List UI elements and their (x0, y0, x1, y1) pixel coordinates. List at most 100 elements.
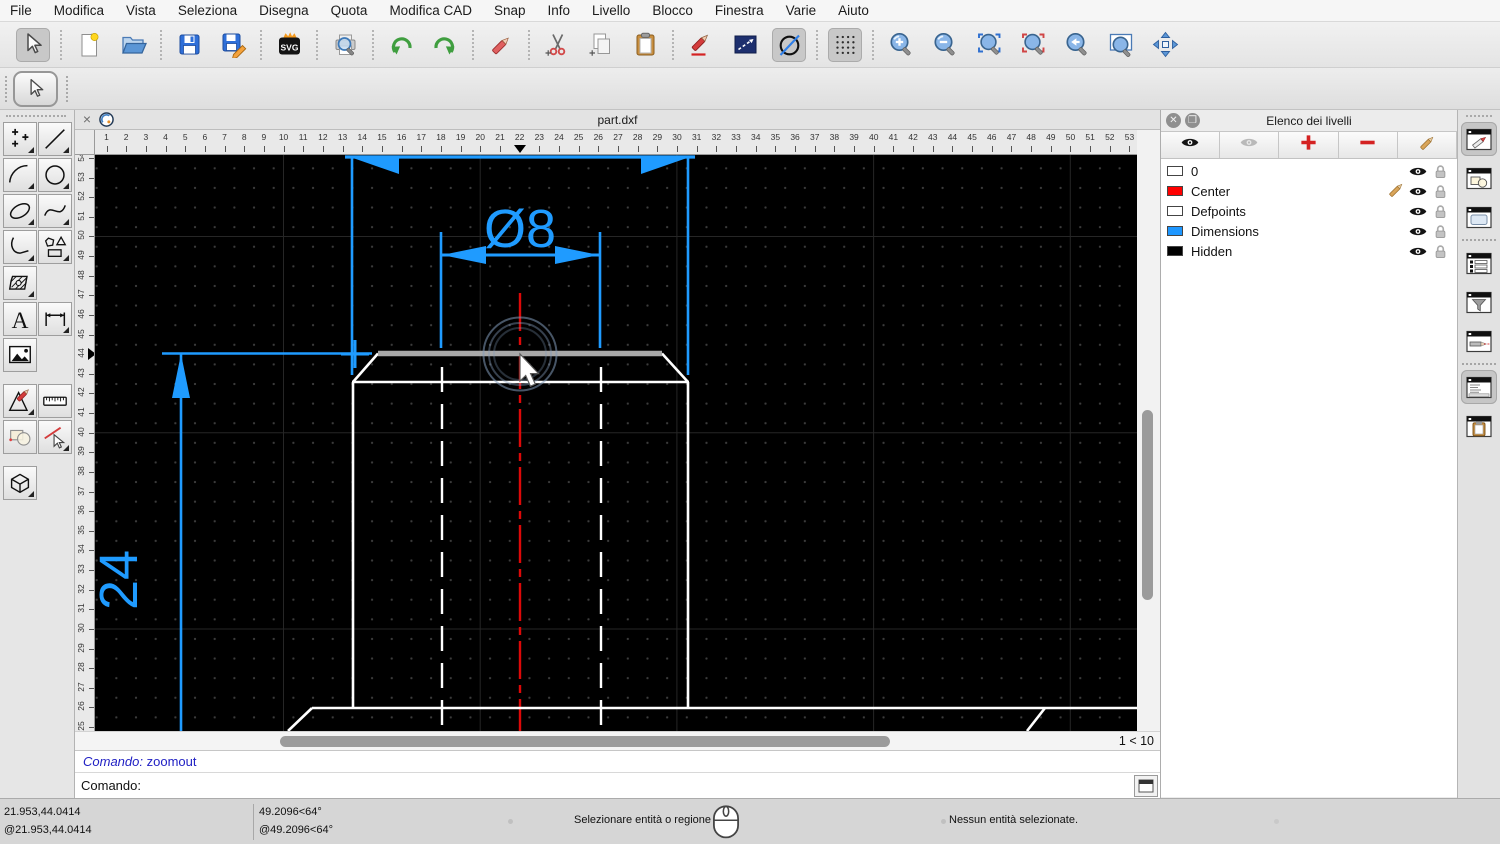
toolbar-drag-handle[interactable] (5, 76, 7, 102)
redo-button[interactable] (428, 28, 462, 62)
tool-polygon-button[interactable] (38, 230, 72, 264)
tool-shapes-button[interactable] (3, 420, 37, 454)
vertical-scrollbar-thumb[interactable] (1142, 410, 1153, 600)
horizontal-scrollbar[interactable]: 1 < 10 (75, 731, 1160, 750)
dock-entity-list-button[interactable] (1461, 246, 1497, 280)
print-preview-button[interactable] (328, 28, 362, 62)
save-button[interactable] (172, 28, 206, 62)
zoom-out-button[interactable] (928, 28, 962, 62)
layer-row-0[interactable]: 0 (1161, 161, 1457, 181)
dock-library-browser-button[interactable] (1461, 200, 1497, 234)
zoom-redraw-button[interactable] (1016, 28, 1050, 62)
grid-toggle-button[interactable] (828, 28, 862, 62)
tool-arc-button[interactable] (3, 158, 37, 192)
menu-disegna[interactable]: Disegna (259, 3, 309, 18)
edit-layer-button[interactable] (1398, 132, 1457, 158)
eraser-button[interactable] (484, 28, 518, 62)
drawing-canvas[interactable]: Ø8 24 (95, 155, 1137, 731)
tool-line-button[interactable] (38, 122, 72, 156)
tool-text-button[interactable]: A (3, 302, 37, 336)
menu-livello[interactable]: Livello (592, 3, 630, 18)
tool-polyline-button[interactable] (3, 230, 37, 264)
open-file-button[interactable] (116, 28, 150, 62)
new-document-button[interactable] (72, 28, 106, 62)
tool-modify-button[interactable] (3, 384, 37, 418)
menu-aiuto[interactable]: Aiuto (838, 3, 869, 18)
zoom-window-button[interactable] (1104, 28, 1138, 62)
show-all-layers-button[interactable] (1161, 132, 1220, 158)
menu-vista[interactable]: Vista (126, 3, 156, 18)
zoom-in-button[interactable] (884, 28, 918, 62)
layer-visibility-icon[interactable] (1407, 205, 1429, 218)
menu-modifica[interactable]: Modifica (54, 3, 104, 18)
copy-button[interactable] (584, 28, 618, 62)
tool-delete-button[interactable] (38, 420, 72, 454)
layer-visibility-icon[interactable] (1407, 245, 1429, 258)
dock-block-list-button[interactable] (1461, 161, 1497, 195)
detach-console-button[interactable] (1134, 775, 1158, 797)
tool-circle-button[interactable] (38, 158, 72, 192)
layer-lock-icon[interactable] (1429, 204, 1451, 219)
palette-drag-handle[interactable] (6, 115, 66, 117)
tool-measure-button[interactable] (38, 384, 72, 418)
tool-ellipse-button[interactable] (3, 194, 37, 228)
layer-row-center[interactable]: Center (1161, 181, 1457, 201)
line-attributes-button[interactable] (728, 28, 762, 62)
layer-lock-icon[interactable] (1429, 224, 1451, 239)
menu-snap[interactable]: Snap (494, 3, 526, 18)
layer-row-dimensions[interactable]: Dimensions (1161, 221, 1457, 241)
tool-dimension-button[interactable] (38, 302, 72, 336)
layer-row-defpoints[interactable]: Defpoints (1161, 201, 1457, 221)
close-panel-icon[interactable]: ✕ (1166, 113, 1181, 128)
hide-all-layers-button[interactable] (1220, 132, 1279, 158)
layer-visibility-icon[interactable] (1407, 185, 1429, 198)
part-outline[interactable] (288, 354, 1137, 732)
tool-image-button[interactable] (3, 338, 37, 372)
dimensions[interactable]: Ø8 24 (95, 157, 695, 731)
dock-drag-handle[interactable] (1466, 115, 1492, 117)
layer-visibility-icon[interactable] (1407, 165, 1429, 178)
menu-varie[interactable]: Varie (786, 3, 817, 18)
cut-button[interactable] (540, 28, 574, 62)
command-input[interactable] (145, 775, 1134, 797)
save-as-button[interactable] (216, 28, 250, 62)
tool-spline-button[interactable] (38, 194, 72, 228)
zoom-pan-button[interactable] (1148, 28, 1182, 62)
paste-button[interactable] (628, 28, 662, 62)
layer-row-hidden[interactable]: Hidden (1161, 241, 1457, 261)
draft-mode-button[interactable] (772, 28, 806, 62)
dock-command-widget-button[interactable] (1461, 370, 1497, 404)
select-cursor-button[interactable] (16, 28, 50, 62)
pen-attributes-button[interactable] (684, 28, 718, 62)
tool-box3d-button[interactable] (3, 466, 37, 500)
add-layer-button[interactable] (1279, 132, 1338, 158)
dock-clipboard-panel-button[interactable] (1461, 409, 1497, 443)
menu-blocco[interactable]: Blocco (652, 3, 693, 18)
tool-points-button[interactable] (3, 122, 37, 156)
menu-quota[interactable]: Quota (331, 3, 368, 18)
horizontal-scrollbar-thumb[interactable] (280, 736, 890, 747)
menu-finestra[interactable]: Finestra (715, 3, 764, 18)
vertical-scrollbar[interactable] (1137, 130, 1160, 731)
dock-pen-wizard-button[interactable] (1461, 324, 1497, 358)
select-mode-button[interactable] (13, 71, 58, 107)
dock-pen-palette-button[interactable] (1461, 122, 1497, 156)
menu-file[interactable]: File (10, 3, 32, 18)
zoom-previous-button[interactable] (1060, 28, 1094, 62)
layer-lock-icon[interactable] (1429, 244, 1451, 259)
menu-seleziona[interactable]: Seleziona (178, 3, 237, 18)
zoom-auto-button[interactable] (972, 28, 1006, 62)
tool-hatch-button[interactable] (3, 266, 37, 300)
layer-lock-icon[interactable] (1429, 164, 1451, 179)
hidden-lines[interactable] (442, 367, 601, 731)
layer-lock-icon[interactable] (1429, 184, 1451, 199)
toolbar-drag-handle[interactable] (66, 76, 68, 102)
layer-visibility-icon[interactable] (1407, 225, 1429, 238)
remove-layer-button[interactable] (1339, 132, 1398, 158)
menu-modifica-cad[interactable]: Modifica CAD (389, 3, 472, 18)
undo-button[interactable] (384, 28, 418, 62)
dock-entity-filter-button[interactable] (1461, 285, 1497, 319)
svg-export-button[interactable]: SVG (272, 28, 306, 62)
float-panel-icon[interactable]: ❐ (1185, 113, 1200, 128)
menu-info[interactable]: Info (548, 3, 571, 18)
